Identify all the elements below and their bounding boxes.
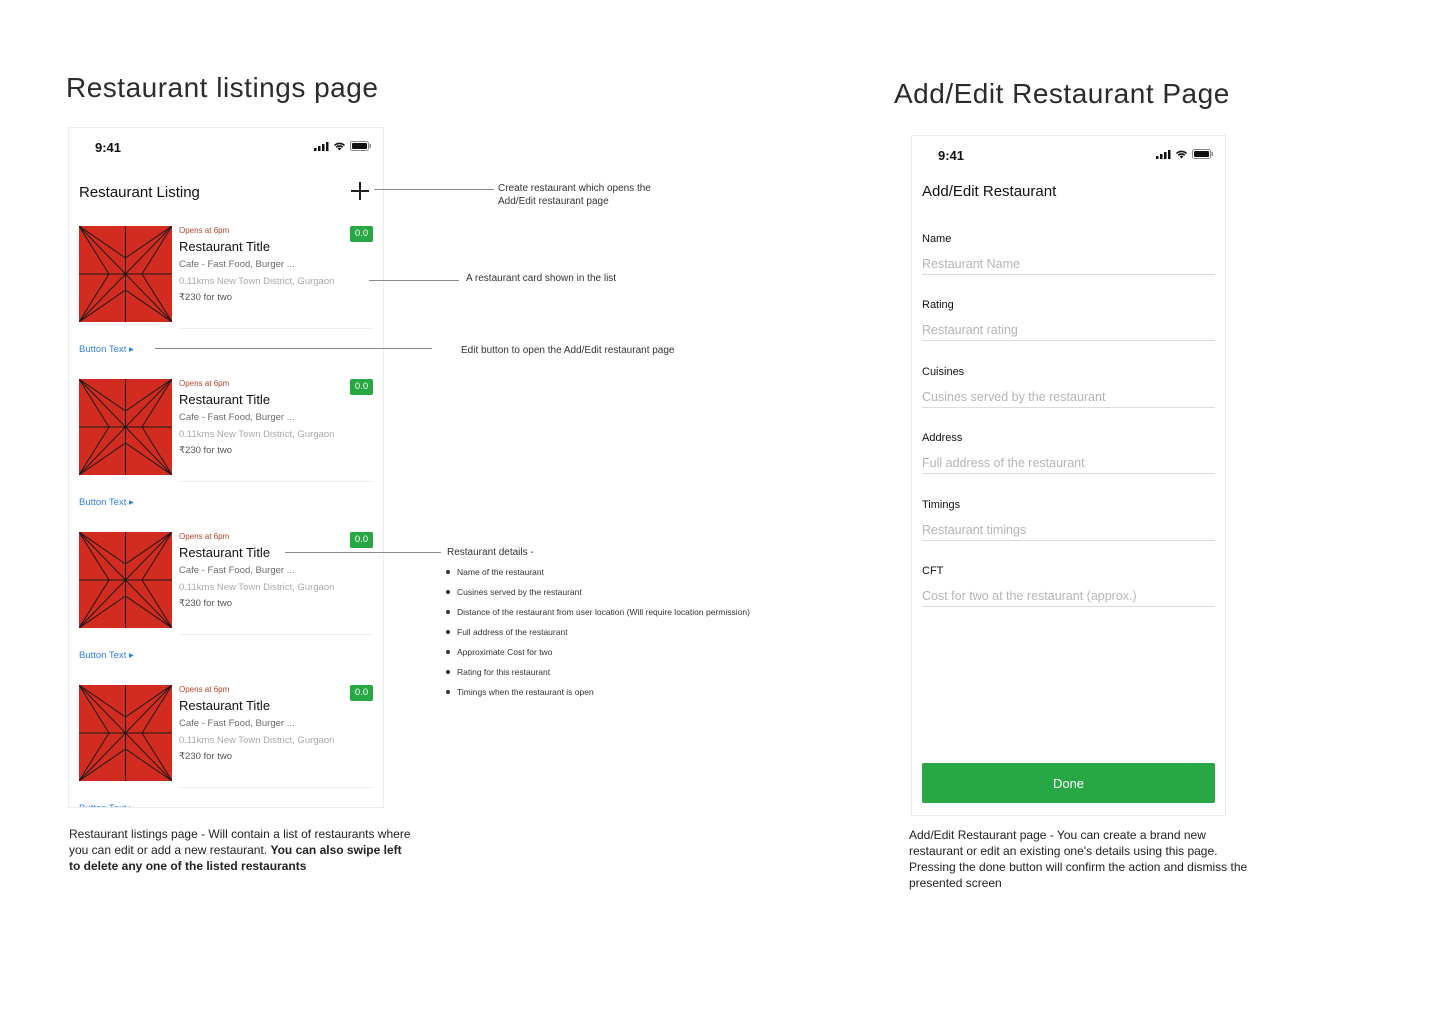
timings-label: Timings [922, 498, 961, 511]
edit-caption: Add/Edit Restaurant page - You can creat… [909, 828, 1248, 890]
name-input[interactable] [922, 254, 1215, 275]
restaurant-cuisine: Cafe - Fast Food, Burger ... [179, 565, 295, 576]
details-list-item: Distance of the restaurant from user loc… [446, 607, 750, 627]
edit-annotation-line [155, 348, 432, 349]
wifi-icon [1175, 150, 1188, 159]
details-list-item: Name of the restaurant [446, 567, 750, 587]
battery-icon [1192, 149, 1213, 159]
restaurant-card[interactable]: Opens at 6pm Restaurant Title Cafe - Fast … [69, 226, 383, 379]
details-annotation-line [285, 552, 441, 553]
cuisines-label: Cuisines [922, 365, 965, 378]
create-annotation-line [374, 189, 494, 190]
create-annotation: Create restaurant which opens the Add/Ed… [498, 182, 651, 208]
restaurant-thumbnail-icon [79, 685, 172, 781]
edit-button[interactable]: Button Text ▸ [79, 803, 134, 807]
details-list-item: Timings when the restaurant is open [446, 687, 750, 707]
restaurant-cuisine: Cafe - Fast Food, Burger ... [179, 412, 295, 423]
edit-button[interactable]: Button Text ▸ [79, 344, 134, 355]
restaurant-thumbnail [79, 379, 172, 475]
restaurant-distance: 0.11kms New Town District, Gurgaon [179, 735, 335, 746]
card-divider [179, 328, 373, 329]
edit-phone-frame: 9:41 Add/Edit Restaurant Name Rating Cuisi… [911, 135, 1226, 816]
status-icons [314, 141, 371, 151]
cft-label: CFT [922, 565, 944, 577]
opening-time: Opens at 6pm [179, 226, 230, 235]
right-section-title: Add/Edit Restaurant Page [894, 78, 1230, 109]
rating-label: Rating [922, 299, 954, 312]
listing-page-title: Restaurant Listing [79, 184, 200, 201]
restaurant-cost: ₹230 for two [179, 292, 233, 303]
rating-badge: 0.0 [350, 532, 373, 548]
restaurant-cuisine: Cafe - Fast Food, Burger ... [179, 718, 295, 729]
name-label: Name [922, 233, 952, 245]
restaurant-thumbnail-icon [79, 532, 172, 628]
rating-badge: 0.0 [350, 685, 373, 701]
card-annotation-line [369, 280, 459, 281]
restaurant-distance: 0.11kms New Town District, Gurgaon [179, 582, 335, 593]
edit-page-title: Add/Edit Restaurant [922, 183, 1057, 200]
restaurant-card[interactable]: Opens at 6pm Restaurant Title Cafe - Fast … [69, 379, 383, 532]
address-label: Address [922, 432, 963, 445]
done-button[interactable]: Done [922, 763, 1215, 803]
edit-annotation: Edit button to open the Add/Edit restaur… [461, 345, 675, 356]
details-list-item: Rating for this restaurant [446, 667, 750, 687]
restaurant-distance: 0.11kms New Town District, Gurgaon [179, 276, 335, 287]
restaurant-card[interactable]: Opens at 6pm Restaurant Title Cafe - Fast … [69, 685, 383, 807]
details-list-item: Cusines served by the restaurant [446, 587, 750, 607]
create-annotation-line1: Create restaurant which opens the [498, 183, 651, 194]
opening-time: Opens at 6pm [179, 685, 230, 694]
battery-icon [350, 141, 371, 151]
restaurant-title: Restaurant Title [179, 545, 271, 560]
wifi-icon [333, 142, 346, 151]
restaurant-thumbnail [79, 226, 172, 322]
address-input[interactable] [922, 453, 1215, 475]
card-annotation: A restaurant card shown in the list [466, 273, 617, 284]
edit-button[interactable]: Button Text ▸ [79, 650, 134, 661]
rating-input[interactable] [922, 320, 1215, 342]
cft-input[interactable] [922, 586, 1215, 607]
create-annotation-line2: Add/Edit restaurant page [498, 196, 609, 207]
status-icons [1156, 149, 1213, 159]
plus-icon[interactable] [351, 182, 369, 200]
cuisines-input[interactable] [922, 386, 1215, 408]
restaurant-title: Restaurant Title [179, 392, 271, 407]
restaurant-cost: ₹230 for two [179, 445, 233, 456]
details-list: Name of the restaurant Cusines served by … [446, 567, 750, 707]
listing-caption: Restaurant listings page - Will contain … [69, 826, 414, 874]
restaurant-thumbnail [79, 532, 172, 628]
restaurant-cost: ₹230 for two [179, 598, 233, 609]
status-time: 9:41 [95, 140, 122, 155]
restaurant-thumbnail [79, 685, 172, 781]
card-divider [179, 481, 373, 482]
opening-time: Opens at 6pm [179, 379, 230, 388]
restaurant-thumbnail-icon [79, 379, 172, 475]
restaurant-thumbnail-icon [79, 226, 172, 322]
listing-phone-frame: 9:41 Restaurant Listing Opens at 6pm Rest… [68, 127, 384, 808]
timings-input[interactable] [922, 519, 1215, 541]
rating-badge: 0.0 [350, 379, 373, 395]
card-divider [179, 634, 373, 635]
opening-time: Opens at 6pm [179, 532, 230, 541]
restaurant-title: Restaurant Title [179, 698, 271, 713]
status-time: 9:41 [938, 148, 965, 163]
rating-badge: 0.0 [350, 226, 373, 242]
signal-icon [1156, 149, 1171, 159]
restaurant-card[interactable]: Opens at 6pm Restaurant Title Cafe - Fast … [69, 532, 383, 685]
left-section-title: Restaurant listings page [66, 72, 379, 103]
restaurant-title: Restaurant Title [179, 239, 271, 254]
restaurant-cuisine: Cafe - Fast Food, Burger ... [179, 259, 295, 270]
details-list-item: Full address of the restaurant [446, 627, 750, 647]
edit-button[interactable]: Button Text ▸ [79, 497, 134, 508]
signal-icon [314, 141, 329, 151]
restaurant-cost: ₹230 for two [179, 751, 233, 762]
details-list-item: Approximate Cost for two [446, 647, 750, 667]
details-annotation-title: Restaurant details - [447, 547, 534, 558]
restaurant-distance: 0.11kms New Town District, Gurgaon [179, 429, 335, 440]
card-divider [179, 787, 373, 788]
